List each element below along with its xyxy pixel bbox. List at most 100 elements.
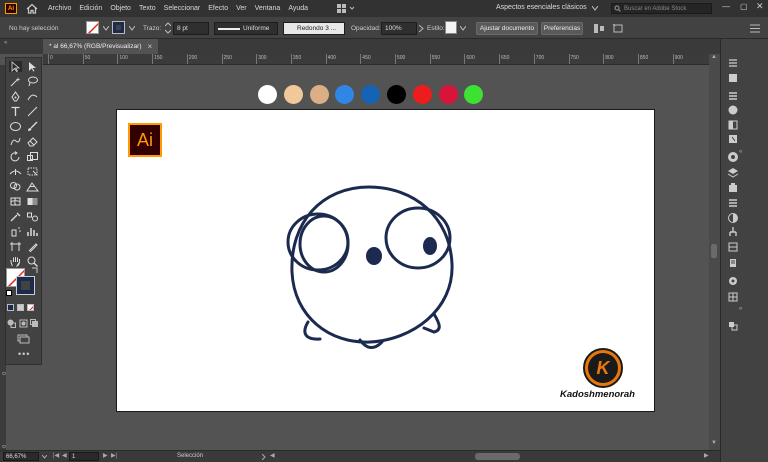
curvature-tool-icon[interactable]	[26, 91, 39, 102]
preferences-button[interactable]: Preferencias	[541, 22, 583, 35]
menu-ayuda[interactable]: Ayuda	[288, 5, 308, 12]
color-swatch[interactable]	[387, 85, 406, 104]
close-window-button[interactable]: ✕	[756, 1, 764, 12]
home-icon[interactable]	[26, 3, 38, 14]
collapse-panel-group-icon[interactable]: «	[739, 306, 742, 312]
type-tool-icon[interactable]	[9, 106, 22, 117]
symbol-sprayer-tool-icon[interactable]	[9, 226, 22, 237]
horizontal-ruler[interactable]: 0 50 100 150 200 250 300 350 400 450 500 550 600 650 7…	[43, 54, 709, 65]
transparency-panel-icon[interactable]	[727, 212, 739, 224]
menu-texto[interactable]: Texto	[139, 5, 156, 12]
lasso-tool-icon[interactable]	[26, 76, 39, 87]
chevron-down-icon[interactable]	[460, 26, 466, 31]
stroke-color-box[interactable]	[16, 276, 35, 295]
draw-inside-icon[interactable]	[19, 319, 28, 328]
graphic-styles-panel-icon[interactable]	[727, 182, 739, 194]
color-swatch[interactable]	[283, 85, 303, 104]
shape-builder-tool-icon[interactable]	[9, 181, 22, 192]
scroll-left-icon[interactable]: ◀	[270, 452, 275, 459]
scroll-right-icon[interactable]: ▶	[704, 452, 709, 459]
selection-tool-icon[interactable]	[9, 61, 22, 72]
pen-tool-icon[interactable]	[9, 91, 22, 102]
stock-search-field[interactable]: Buscar en Adobe Stock	[611, 3, 712, 14]
draw-behind-icon[interactable]	[30, 319, 39, 328]
none-mode-button[interactable]	[27, 304, 34, 311]
mesh-tool-icon[interactable]	[9, 196, 22, 207]
free-transform-tool-icon[interactable]	[26, 166, 39, 177]
stepper-icon[interactable]	[165, 22, 171, 34]
last-artboard-icon[interactable]: ▶|	[111, 452, 117, 459]
arrange-documents-icon[interactable]	[336, 3, 356, 14]
scroll-down-icon[interactable]: ▼	[711, 440, 717, 446]
style-swatch[interactable]	[445, 21, 457, 34]
close-tab-icon[interactable]: ×	[147, 42, 152, 51]
menu-ver[interactable]: Ver	[236, 5, 247, 12]
color-swatch[interactable]	[258, 85, 277, 104]
color-swatch[interactable]	[335, 85, 355, 104]
line-tool-icon[interactable]	[26, 106, 39, 117]
collapse-panel-group-icon[interactable]: «	[739, 149, 742, 155]
eraser-tool-icon[interactable]	[26, 136, 39, 147]
panel-menu-icon[interactable]	[750, 24, 760, 33]
vertical-scrollbar[interactable]: ▲ ▼	[709, 54, 720, 450]
swap-fill-stroke-icon[interactable]	[31, 267, 38, 274]
minimize-button[interactable]: —	[722, 2, 730, 11]
paintbrush-tool-icon[interactable]	[26, 121, 39, 132]
stroke-weight-field[interactable]: 8 pt	[173, 22, 209, 35]
gradient-tool-icon[interactable]	[26, 196, 39, 207]
brushes-panel-icon[interactable]	[727, 133, 739, 145]
stroke-profile-select[interactable]: Uniforme	[214, 22, 278, 35]
collapse-toolbar-icon[interactable]: «	[4, 40, 7, 46]
chevron-down-icon[interactable]	[42, 455, 47, 459]
libraries-panel-icon[interactable]	[727, 89, 739, 101]
direct-selection-tool-icon[interactable]	[26, 61, 39, 72]
color-mode-button[interactable]	[7, 304, 14, 311]
zoom-field[interactable]: 66,67%	[3, 452, 39, 461]
fill-swatch[interactable]	[86, 21, 99, 34]
maximize-button[interactable]: ▢	[740, 2, 748, 11]
asset-export-panel-icon[interactable]	[727, 257, 739, 269]
document-setup-button[interactable]: Ajustar documento	[476, 22, 538, 35]
next-artboard-icon[interactable]: ▶	[103, 452, 108, 459]
opacity-field[interactable]: 100%	[381, 22, 417, 35]
chevron-right-icon[interactable]	[262, 454, 266, 460]
menu-ventana[interactable]: Ventana	[255, 5, 281, 12]
perspective-grid-tool-icon[interactable]	[26, 181, 39, 192]
slice-tool-icon[interactable]	[26, 241, 39, 252]
chevron-right-icon[interactable]	[419, 25, 424, 32]
shaper-tool-icon[interactable]	[9, 136, 22, 147]
menu-efecto[interactable]: Efecto	[208, 5, 228, 12]
default-colors-icon[interactable]	[6, 290, 12, 296]
magic-wand-tool-icon[interactable]	[9, 76, 22, 87]
previous-artboard-icon[interactable]: ◀	[62, 452, 67, 459]
hand-tool-icon[interactable]	[9, 256, 22, 267]
color-swatch[interactable]	[438, 85, 458, 104]
align-panel-icon[interactable]	[727, 291, 739, 303]
eyedropper-tool-icon[interactable]	[9, 211, 22, 222]
document-tab[interactable]: * al 66,67% (RGB/Previsualizar) ×	[43, 39, 159, 54]
color-swatch[interactable]	[361, 85, 381, 104]
properties-panel-icon[interactable]	[727, 57, 739, 69]
transform-panel-icon[interactable]	[727, 320, 739, 332]
ellipse-tool-icon[interactable]	[9, 121, 22, 132]
scroll-up-icon[interactable]: ▲	[711, 54, 717, 60]
artboard-number-field[interactable]: 1	[69, 452, 99, 461]
stroke-swatch[interactable]	[112, 21, 125, 34]
app-logo-icon[interactable]: Ai	[5, 3, 17, 14]
workspace-switcher[interactable]: Aspectos esenciales clásicos	[496, 4, 587, 11]
chevron-down-icon[interactable]	[129, 26, 135, 31]
gradient-mode-button[interactable]	[17, 304, 24, 311]
artboards-panel-icon[interactable]	[727, 241, 739, 253]
more-tools-icon[interactable]: •••	[18, 349, 30, 359]
character-illustration[interactable]	[282, 182, 457, 357]
layers-panel-icon[interactable]	[727, 72, 739, 84]
drawing-mode-icon[interactable]	[7, 319, 16, 328]
stroke-panel-icon[interactable]	[727, 197, 739, 209]
scrollbar-thumb[interactable]	[711, 244, 717, 258]
links-panel-icon[interactable]	[727, 226, 739, 238]
column-graph-tool-icon[interactable]	[26, 226, 39, 237]
zoom-tool-icon[interactable]	[26, 256, 39, 267]
color-swatch[interactable]	[412, 85, 432, 104]
width-tool-icon[interactable]	[9, 166, 22, 177]
brush-select[interactable]: Redondo 3 ...	[283, 22, 345, 35]
